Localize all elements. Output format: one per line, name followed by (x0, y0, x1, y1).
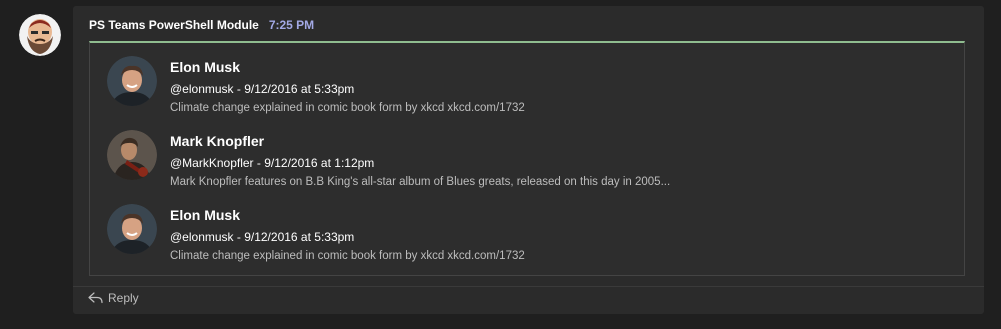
tweet-text: Climate change explained in comic book f… (170, 102, 525, 114)
reply-arrow-icon (88, 292, 103, 304)
reply-label: Reply (108, 291, 139, 305)
tweet-handle-date: @MarkKnopfler - 9/12/2016 at 1:12pm (170, 156, 375, 170)
tweet-author-name: Elon Musk (170, 207, 241, 223)
tweet-author-name: Elon Musk (170, 59, 241, 75)
timestamp: 7:25 PM (268, 18, 315, 32)
post-header: PS Teams PowerShell Module 7:25 PM (89, 18, 314, 32)
reply-button[interactable]: Reply (88, 291, 139, 305)
message-post: PS Teams PowerShell Module 7:25 PM Elon … (73, 6, 984, 314)
tweet-card: Elon Musk @elonmusk - 9/12/2016 at 5:33p… (89, 41, 965, 276)
tweet-handle-date: @elonmusk - 9/12/2016 at 5:33pm (170, 230, 355, 244)
mark-knopfler-avatar (107, 130, 157, 180)
post-divider (73, 286, 984, 287)
bearded-character-avatar-icon (19, 14, 61, 56)
tweet-text: Mark Knopfler features on B.B King's all… (170, 176, 671, 188)
elon-musk-avatar (107, 204, 157, 254)
tweet-author-name: Mark Knopfler (170, 133, 265, 149)
elon-musk-avatar (107, 56, 157, 106)
tweet-text: Climate change explained in comic book f… (170, 250, 525, 262)
tweet-handle-date: @elonmusk - 9/12/2016 at 5:33pm (170, 82, 355, 96)
sender-name[interactable]: PS Teams PowerShell Module (89, 18, 259, 32)
sender-avatar[interactable] (19, 14, 61, 56)
